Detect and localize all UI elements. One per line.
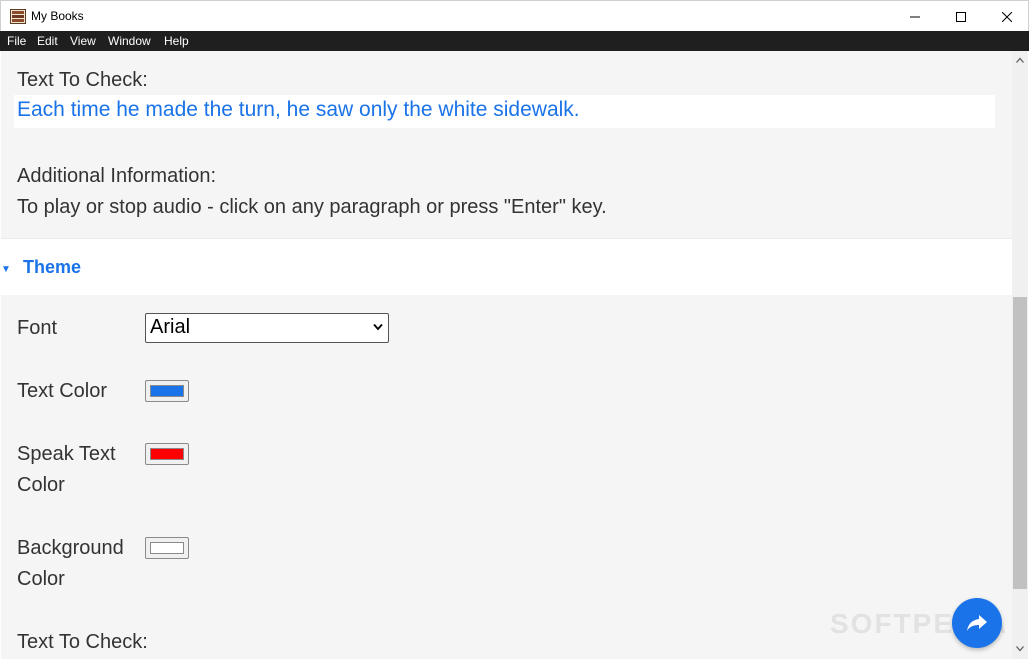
text-to-check-label: Text To Check: — [17, 69, 148, 91]
menu-window[interactable]: Window — [108, 34, 151, 48]
minimize-icon — [910, 16, 920, 17]
font-label: Font — [17, 317, 58, 339]
close-icon — [1002, 11, 1012, 22]
chevron-down-icon — [373, 323, 383, 331]
additional-info-label: Additional Information: — [17, 165, 217, 187]
menu-bar: File Edit View Window Help — [0, 31, 1029, 51]
main-content: Text To Check: Each time he made the tur… — [1, 51, 1012, 659]
close-button[interactable] — [984, 1, 1029, 32]
speak-text-color-picker[interactable] — [145, 443, 189, 465]
text-color-swatch — [150, 385, 184, 397]
share-button[interactable] — [952, 598, 1002, 648]
theme-title: Theme — [23, 257, 82, 277]
title-bar: My Books — [0, 0, 1029, 31]
background-color-label-line2: Color — [17, 568, 65, 590]
scrollbar-thumb[interactable] — [1013, 297, 1027, 589]
text-to-check-label-next: Text To Check: — [17, 631, 148, 653]
books-app-icon — [10, 9, 26, 24]
text-to-check-paragraph[interactable]: Each time he made the turn, he saw only … — [14, 95, 995, 128]
share-icon — [967, 615, 987, 631]
menu-view[interactable]: View — [70, 34, 96, 48]
collapse-caret-icon: ▼ — [1, 264, 11, 275]
font-select-value: Arial — [150, 316, 191, 338]
window-title: My Books — [31, 9, 84, 23]
scroll-down-arrow-icon[interactable] — [1016, 646, 1024, 652]
minimize-button[interactable] — [892, 1, 938, 32]
menu-file[interactable]: File — [7, 34, 26, 48]
additional-info-text[interactable]: To play or stop audio - click on any par… — [17, 196, 607, 219]
text-color-label: Text Color — [17, 380, 108, 402]
font-select[interactable]: Arial — [145, 313, 389, 343]
scroll-up-arrow-icon[interactable] — [1016, 57, 1024, 63]
maximize-button[interactable] — [938, 1, 984, 32]
maximize-icon — [956, 11, 966, 22]
text-color-picker[interactable] — [145, 380, 189, 402]
vertical-scrollbar[interactable] — [1012, 51, 1028, 659]
background-color-label-line1: Background — [17, 537, 124, 559]
speak-text-color-label-line2: Color — [17, 474, 65, 496]
speak-text-color-swatch — [150, 448, 184, 460]
speak-text-color-label-line1: Speak Text — [17, 443, 116, 465]
menu-edit[interactable]: Edit — [37, 34, 58, 48]
menu-help[interactable]: Help — [164, 34, 189, 48]
theme-section-header[interactable]: ▼ Theme — [1, 238, 1012, 295]
background-color-picker[interactable] — [145, 537, 189, 559]
background-color-swatch — [150, 542, 184, 554]
